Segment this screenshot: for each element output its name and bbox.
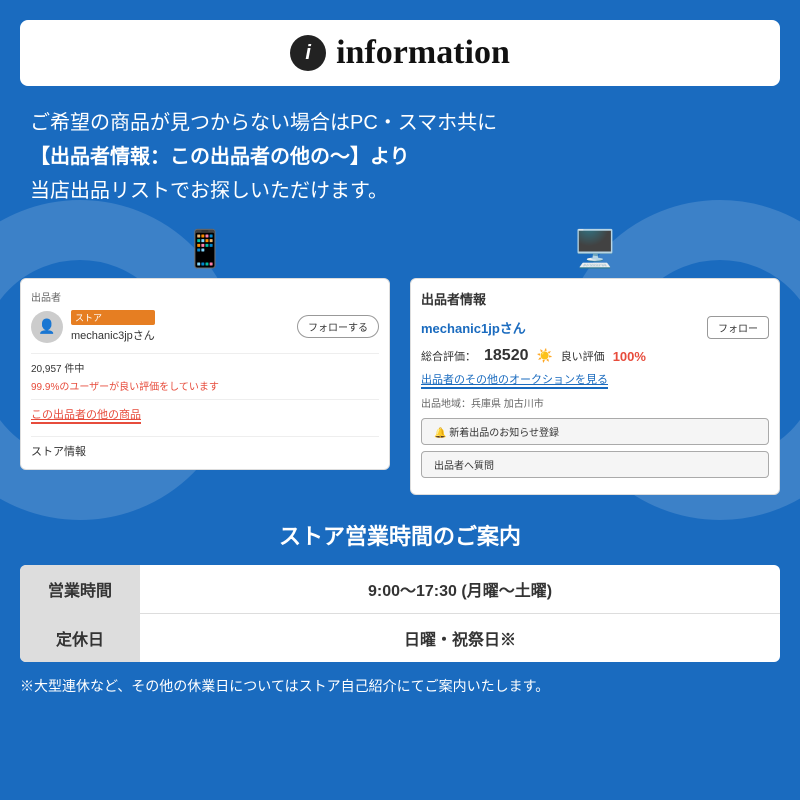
mobile-screenshot: 出品者 👤 ストア mechanic3jpさん フォローする 20,957 件中…	[20, 278, 390, 470]
pc-device-icon: 🖥️	[573, 228, 618, 270]
hours-note: ※大型連休など、その他の休業日についてはストア自己紹介にてご案内いたします。	[20, 676, 780, 696]
seller-avatar: 👤	[31, 311, 63, 343]
mobile-seller-info: 👤 ストア mechanic3jpさん	[31, 310, 155, 343]
header-box: i information	[20, 20, 780, 86]
seller-section-label: 出品者	[31, 289, 379, 304]
main-text-line2: 【出品者情報：この出品者の他の〜】より	[30, 140, 770, 174]
mobile-col: 📱 出品者 👤 ストア mechanic3jpさん フォローする 20,957 …	[20, 228, 390, 470]
item-count: 20,957 件中	[31, 360, 379, 375]
mobile-seller-row: 👤 ストア mechanic3jpさん フォローする	[31, 310, 379, 343]
hours-row-2: 定休日 日曜・祝祭日※	[20, 614, 780, 662]
main-text-line1: ご希望の商品が見つからない場合はPC・スマホ共に	[30, 106, 770, 140]
hours-label-1: 営業時間	[20, 565, 140, 613]
main-text-line3: 当店出品リストでお探しいただけます。	[30, 174, 770, 208]
rating-positive-icon: ☀️	[537, 348, 553, 364]
screenshots-row: 📱 出品者 👤 ストア mechanic3jpさん フォローする 20,957 …	[20, 228, 780, 495]
pc-section-title: 出品者情報	[421, 289, 769, 308]
pc-seller-name: mechanic1jpさん	[421, 318, 526, 337]
hours-label-2: 定休日	[20, 614, 140, 662]
hours-value-2: 日曜・祝祭日※	[140, 614, 780, 662]
main-text-block: ご希望の商品が見つからない場合はPC・スマホ共に 【出品者情報：この出品者の他の…	[20, 106, 780, 208]
positive-rate: 99.9%のユーザーが良い評価をしています	[31, 378, 379, 393]
hours-title: ストア営業時間のご案内	[20, 519, 780, 551]
store-badge: ストア	[71, 310, 155, 325]
pc-col: 🖥️ 出品者情報 mechanic1jpさん フォロー 総合評価： 18520 …	[410, 228, 780, 495]
rating-label: 総合評価：	[421, 348, 476, 364]
hours-value-1: 9:00〜17:30 (月曜〜土曜)	[140, 565, 780, 613]
rating-positive-label: 良い評価	[561, 348, 605, 364]
rating-row: 総合評価： 18520 ☀️ 良い評価 100%	[421, 347, 769, 365]
other-items-link[interactable]: この出品者の他の商品	[31, 406, 141, 424]
mobile-device-icon: 📱	[183, 228, 228, 270]
rating-percentage: 100%	[613, 349, 646, 364]
auction-link[interactable]: 出品者のその他のオークションを見る	[421, 371, 608, 389]
mobile-seller-name: mechanic3jpさん	[71, 330, 155, 342]
store-info-link[interactable]: ストア情報	[31, 443, 379, 459]
mobile-follow-button[interactable]: フォローする	[297, 315, 379, 338]
new-items-btn[interactable]: 🔔 新着出品のお知らせ登録	[421, 418, 769, 445]
divider3	[31, 436, 379, 437]
divider1	[31, 353, 379, 354]
question-btn[interactable]: 出品者へ質問	[421, 451, 769, 478]
pc-screenshot: 出品者情報 mechanic1jpさん フォロー 総合評価： 18520 ☀️ …	[410, 278, 780, 495]
header-title: information	[336, 34, 510, 72]
rating-score: 18520	[484, 347, 529, 365]
pc-seller-row: mechanic1jpさん フォロー	[421, 316, 769, 339]
hours-table: 営業時間 9:00〜17:30 (月曜〜土曜) 定休日 日曜・祝祭日※	[20, 565, 780, 662]
divider2	[31, 399, 379, 400]
location-row: 出品地域：兵庫県 加古川市	[421, 395, 769, 410]
info-icon: i	[290, 35, 326, 71]
seller-name-block: ストア mechanic3jpさん	[71, 310, 155, 343]
pc-follow-button[interactable]: フォロー	[707, 316, 769, 339]
hours-section: ストア営業時間のご案内 営業時間 9:00〜17:30 (月曜〜土曜) 定休日 …	[20, 519, 780, 696]
hours-row-1: 営業時間 9:00〜17:30 (月曜〜土曜)	[20, 565, 780, 614]
